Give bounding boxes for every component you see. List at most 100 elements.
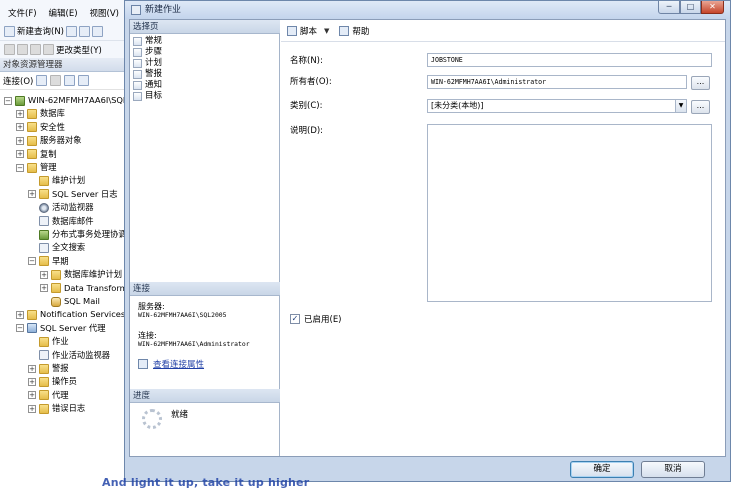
tree-node[interactable]: 数据库邮件 bbox=[28, 215, 94, 228]
chevron-down-icon[interactable]: ▼ bbox=[675, 100, 686, 112]
tree-node[interactable]: + 错误日志 bbox=[28, 402, 85, 415]
folder-icon bbox=[27, 149, 37, 160]
tree-node[interactable]: + Data Transformat bbox=[40, 282, 136, 295]
collapse-icon[interactable]: − bbox=[4, 96, 12, 105]
tree-node[interactable]: + SQL Server 日志 bbox=[28, 188, 118, 201]
expand-icon[interactable]: + bbox=[28, 377, 36, 386]
help-button[interactable]: 帮助 bbox=[339, 25, 369, 37]
dialog-titlebar[interactable]: 新建作业 ─ □ ✕ bbox=[125, 1, 730, 19]
refresh-icon[interactable] bbox=[78, 75, 90, 86]
ok-button[interactable]: 确定 bbox=[570, 461, 634, 478]
new-query-icon[interactable] bbox=[4, 25, 15, 37]
tree-node-label: 全文搜索 bbox=[52, 242, 86, 253]
tree-node[interactable]: 作业活动监视器 bbox=[28, 349, 110, 362]
tree-node-label: 作业活动监视器 bbox=[52, 349, 111, 360]
cut-icon[interactable] bbox=[4, 44, 15, 55]
expand-icon[interactable]: + bbox=[40, 284, 48, 293]
owner-field[interactable]: WIN-62MFMH7AA6I\Administrator bbox=[427, 75, 687, 89]
filter-icon[interactable] bbox=[64, 75, 76, 86]
new-project-icon[interactable] bbox=[79, 25, 90, 37]
folder-icon bbox=[39, 189, 49, 200]
menu-file[interactable]: 文件(F) bbox=[0, 6, 41, 22]
view-connection-properties-row: 查看连接属性 bbox=[138, 358, 204, 370]
page-general[interactable]: 常规 bbox=[133, 36, 162, 47]
tree-node[interactable]: + 复制 bbox=[16, 148, 57, 161]
collapse-icon[interactable]: − bbox=[28, 257, 36, 266]
dialog-title: 新建作业 bbox=[145, 5, 182, 15]
tree-node-label: 数据库邮件 bbox=[52, 215, 94, 226]
expand-icon[interactable]: + bbox=[28, 404, 36, 413]
expand-icon[interactable]: + bbox=[28, 364, 36, 373]
expand-icon[interactable]: + bbox=[28, 190, 36, 199]
connect-button[interactable]: 连接(O) bbox=[3, 75, 33, 87]
tree-node[interactable]: 维护计划 bbox=[28, 174, 85, 187]
tree-node[interactable]: + 代理 bbox=[28, 389, 69, 402]
tree-node[interactable]: − 管理 bbox=[16, 161, 57, 174]
menu-edit[interactable]: 编辑(E) bbox=[41, 6, 82, 22]
maximize-button[interactable]: □ bbox=[680, 1, 701, 14]
open-file-icon[interactable] bbox=[66, 25, 77, 37]
expand-icon[interactable]: + bbox=[16, 123, 24, 132]
save-icon[interactable] bbox=[92, 25, 103, 37]
folder-icon bbox=[27, 162, 37, 173]
tree-node[interactable]: 分布式事务处理协调器 bbox=[28, 228, 135, 241]
page-steps[interactable]: 步骤 bbox=[133, 47, 162, 58]
script-icon bbox=[287, 25, 297, 36]
script-button[interactable]: 脚本 ▼ bbox=[287, 25, 329, 37]
expand-icon[interactable]: + bbox=[40, 270, 48, 279]
cancel-button[interactable]: 取消 bbox=[641, 461, 705, 478]
page-targets[interactable]: 目标 bbox=[133, 91, 162, 102]
stop-icon[interactable] bbox=[50, 75, 62, 86]
tree-node[interactable]: − SQL Server 代理 bbox=[16, 322, 106, 335]
close-button[interactable]: ✕ bbox=[701, 1, 724, 14]
tree-node-label: SQL Mail bbox=[64, 296, 100, 306]
new-query-button[interactable]: 新建查询(N) bbox=[17, 25, 64, 37]
minimize-button[interactable]: ─ bbox=[658, 1, 680, 14]
tree-node[interactable]: + 警报 bbox=[28, 362, 69, 375]
page-label: 计划 bbox=[145, 58, 163, 68]
enabled-label[interactable]: 已启用(E) bbox=[304, 313, 342, 325]
tree-node[interactable]: + 数据库 bbox=[16, 107, 65, 120]
expand-icon[interactable]: + bbox=[16, 150, 24, 159]
tree-node[interactable]: 作业 bbox=[28, 335, 69, 348]
table-icon[interactable] bbox=[43, 44, 54, 55]
tree-node-label: 早期 bbox=[52, 255, 69, 266]
expand-icon[interactable]: + bbox=[16, 136, 24, 145]
tree-node[interactable]: 全文搜索 bbox=[28, 241, 85, 254]
page-label: 步骤 bbox=[145, 47, 163, 57]
name-field[interactable]: JOBSTONE bbox=[427, 53, 712, 67]
copy-icon[interactable] bbox=[17, 44, 28, 55]
paste-icon[interactable] bbox=[30, 44, 41, 55]
expand-icon[interactable]: + bbox=[16, 310, 24, 319]
folder-icon bbox=[39, 390, 49, 401]
owner-browse-button[interactable]: ... bbox=[691, 76, 710, 90]
expand-icon[interactable]: + bbox=[16, 109, 24, 118]
page-alerts[interactable]: 警报 bbox=[133, 69, 162, 80]
object-explorer-title: 对象资源管理器 bbox=[0, 58, 130, 72]
tree-node[interactable]: − 早期 bbox=[28, 255, 69, 268]
folder-icon bbox=[39, 403, 49, 414]
category-browse-button[interactable]: ... bbox=[691, 100, 710, 114]
page-schedules[interactable]: 计划 bbox=[133, 58, 162, 69]
connect-icon[interactable] bbox=[36, 75, 48, 86]
tree-node[interactable]: 活动监视器 bbox=[28, 201, 94, 214]
enabled-row: ✓ 已启用(E) bbox=[290, 313, 342, 325]
progress-spinner-icon bbox=[142, 409, 162, 429]
page-notifications[interactable]: 通知 bbox=[133, 80, 162, 91]
tree-node[interactable]: SQL Mail bbox=[40, 295, 100, 308]
collapse-icon[interactable]: − bbox=[16, 163, 24, 172]
tree-node-label: Notification Services bbox=[40, 309, 126, 320]
menu-view[interactable]: 视图(V) bbox=[82, 6, 123, 22]
category-select[interactable]: [未分类(本地)] ▼ bbox=[427, 99, 687, 113]
tree-node[interactable]: + 服务器对象 bbox=[16, 134, 82, 147]
tree-node[interactable]: + 数据库维护计划 bbox=[40, 268, 122, 281]
change-type-button[interactable]: 更改类型(Y) bbox=[56, 44, 102, 56]
expand-icon[interactable]: + bbox=[28, 391, 36, 400]
tree-node[interactable]: + Notification Services bbox=[16, 308, 125, 321]
collapse-icon[interactable]: − bbox=[16, 324, 24, 333]
tree-node[interactable]: + 安全性 bbox=[16, 121, 65, 134]
enabled-checkbox[interactable]: ✓ bbox=[290, 314, 300, 324]
view-connection-properties-link[interactable]: 查看连接属性 bbox=[153, 358, 204, 370]
description-field[interactable] bbox=[427, 124, 712, 302]
tree-node[interactable]: + 操作员 bbox=[28, 375, 77, 388]
